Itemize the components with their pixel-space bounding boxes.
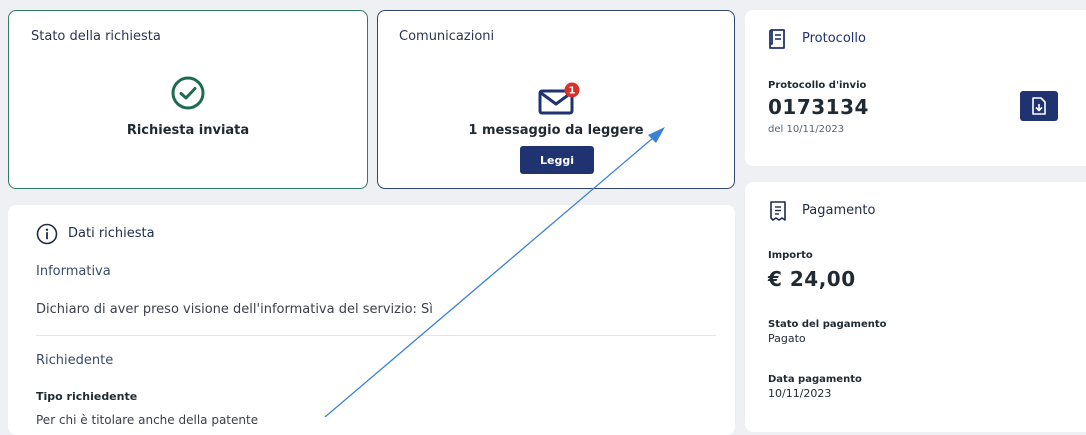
divider <box>36 335 716 336</box>
status-text: Richiesta inviata <box>126 123 250 138</box>
field-value-tipo-richiedente: Per chi è titolare anche della patente <box>36 413 259 427</box>
download-button[interactable] <box>1020 91 1058 121</box>
payment-status-label: Stato del pagamento <box>768 319 887 330</box>
informativa-text: Dichiaro di aver preso visione dell'info… <box>36 302 433 317</box>
field-label-tipo-richiedente: Tipo richiedente <box>36 390 138 403</box>
payment-date-label: Data pagamento <box>768 374 862 385</box>
check-circle-icon <box>171 76 205 110</box>
amount-value: € 24,00 <box>768 267 856 291</box>
payment-title: Pagamento <box>802 203 876 218</box>
mail-icon: 1 <box>538 82 580 115</box>
document-icon <box>769 29 785 49</box>
receipt-icon <box>770 201 786 221</box>
payment-status-value: Pagato <box>768 332 806 345</box>
read-button[interactable]: Leggi <box>520 146 594 174</box>
info-icon <box>36 223 58 245</box>
notification-badge: 1 <box>569 86 576 97</box>
status-card: Stato della richiesta Richiesta inviata <box>8 10 368 189</box>
payment-card: Pagamento Importo € 24,00 Stato del paga… <box>745 182 1086 432</box>
payment-date-value: 10/11/2023 <box>768 387 832 400</box>
section-label-informativa: Informativa <box>36 264 111 279</box>
request-data-title: Dati richiesta <box>68 226 155 241</box>
communications-card: Comunicazioni 1 1 messaggio da leggere L… <box>377 10 735 189</box>
amount-label: Importo <box>768 250 813 261</box>
request-data-card: Dati richiesta Informativa Dichiaro di a… <box>8 205 735 435</box>
download-file-icon <box>1032 97 1046 115</box>
protocol-number: 0173134 <box>768 95 869 119</box>
protocol-card: Protocollo Protocollo d'invio 0173134 de… <box>745 10 1086 166</box>
unread-message-text: 1 messaggio da leggere <box>468 123 644 138</box>
status-card-title: Stato della richiesta <box>31 29 161 44</box>
protocol-label: Protocollo d'invio <box>768 80 867 91</box>
protocol-date: del 10/11/2023 <box>768 124 845 135</box>
communications-card-title: Comunicazioni <box>399 29 495 44</box>
section-label-richiedente: Richiedente <box>36 353 114 368</box>
protocol-title: Protocollo <box>802 31 866 46</box>
